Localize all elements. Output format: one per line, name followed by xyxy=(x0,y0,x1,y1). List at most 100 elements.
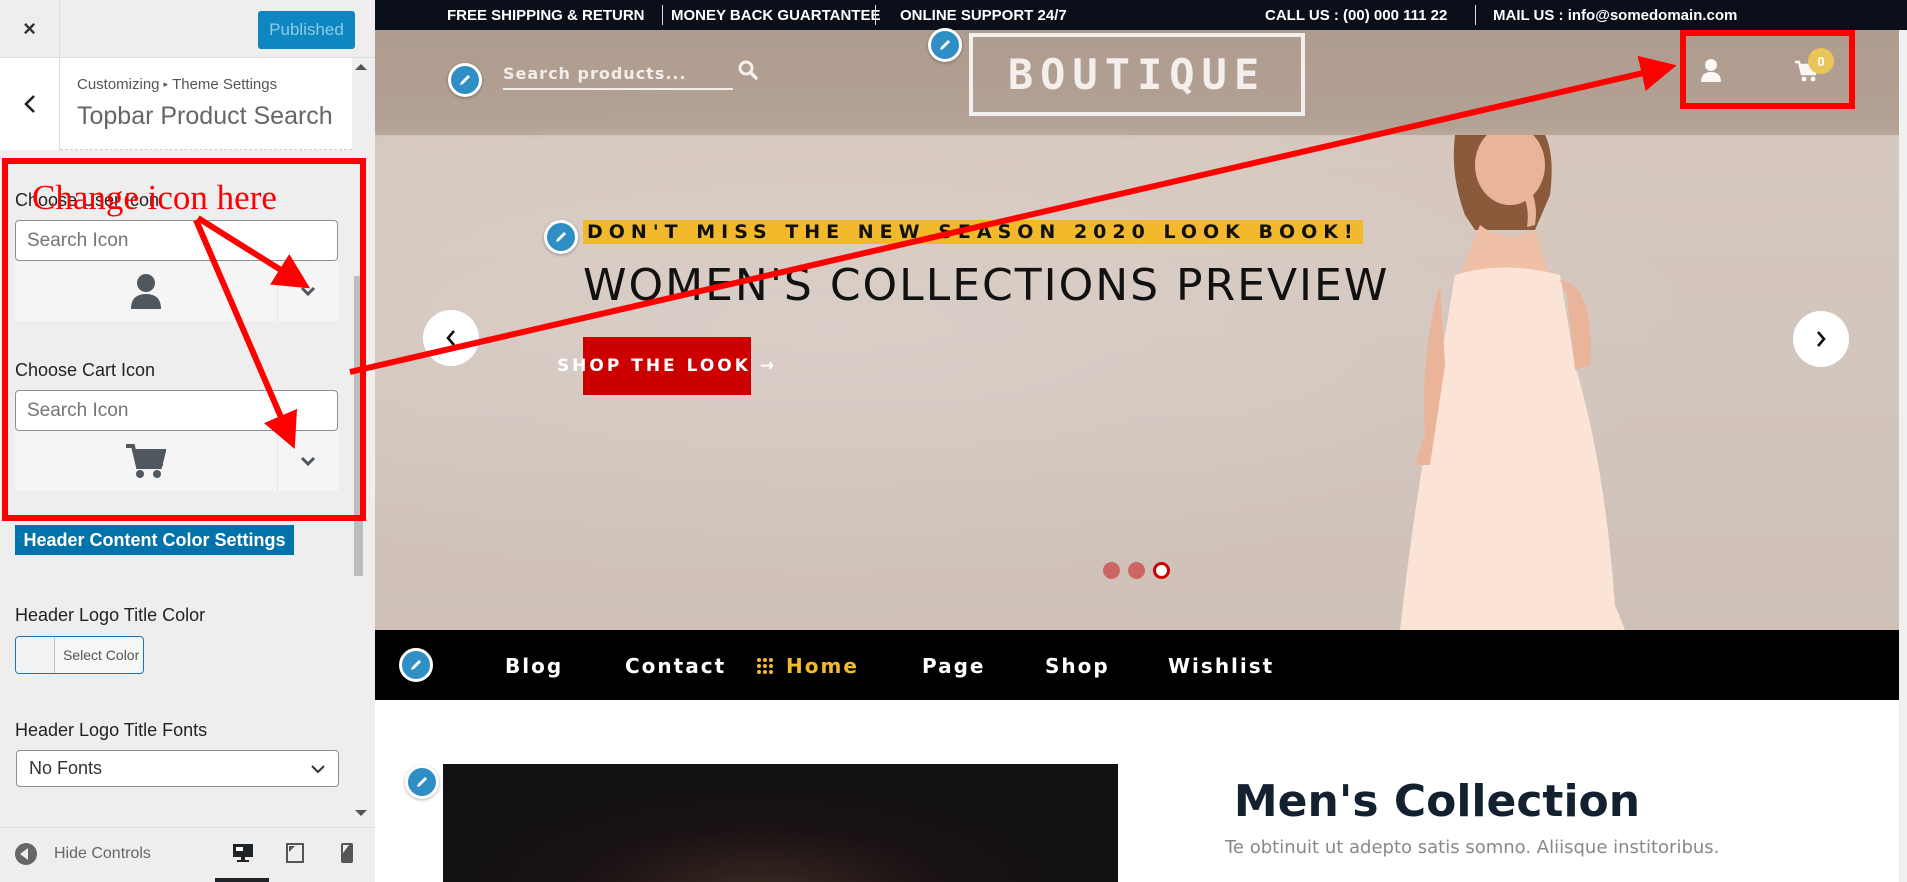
panel-scrollbar[interactable] xyxy=(352,58,375,828)
nav-item-blog[interactable]: Blog xyxy=(505,654,563,678)
edit-shortcut-logo[interactable] xyxy=(928,28,962,62)
chevron-left-icon xyxy=(23,95,35,113)
preview-mobile-button[interactable] xyxy=(332,838,362,868)
back-button[interactable] xyxy=(0,58,60,150)
cart-icon-label: Choose Cart Icon xyxy=(15,360,156,380)
close-customizer-button[interactable]: × xyxy=(0,0,60,58)
nav-item-home[interactable]: Home xyxy=(786,654,859,678)
hero-title: WOMEN'S COLLECTIONS PREVIEW xyxy=(583,260,1390,311)
main-navigation: Blog Contact Home Page Shop Wishlist xyxy=(375,630,1899,700)
pencil-icon xyxy=(411,660,421,670)
hide-controls-button[interactable]: Hide Controls xyxy=(15,843,151,865)
grid-dots-icon xyxy=(757,658,773,674)
slider-dot[interactable] xyxy=(1103,562,1120,579)
site-logo[interactable]: BOUTIQUE xyxy=(969,33,1305,116)
preview-desktop-button[interactable] xyxy=(215,838,269,882)
tablet-icon xyxy=(286,843,304,863)
breadcrumb-separator: ▸ xyxy=(163,79,169,89)
chevron-down-icon xyxy=(300,286,316,296)
cart-icon-current[interactable] xyxy=(15,431,278,491)
nav-item-contact[interactable]: Contact xyxy=(625,654,726,678)
font-select-value: No Fonts xyxy=(29,758,103,778)
desktop-icon xyxy=(233,844,253,862)
nav-item-page[interactable]: Page xyxy=(922,654,986,678)
shop-the-look-button[interactable]: SHOP THE LOOK → xyxy=(557,337,774,395)
cart-icon-dropdown-toggle[interactable] xyxy=(278,431,338,491)
customizer-header: × Published xyxy=(0,0,375,58)
hero-model-image xyxy=(1400,135,1625,630)
hero-tagline: DON'T MISS THE NEW SEASON 2020 LOOK BOOK… xyxy=(583,220,1363,244)
pencil-icon xyxy=(460,75,470,85)
user-icon-dropdown-toggle[interactable] xyxy=(278,261,338,321)
edit-shortcut-slider[interactable] xyxy=(544,220,578,254)
topbar-item: FREE SHIPPING & RETURN xyxy=(447,7,645,24)
mens-collection-title: Men's Collection xyxy=(375,776,1899,827)
nav-item-shop[interactable]: Shop xyxy=(1045,654,1110,678)
chevron-down-icon xyxy=(300,456,316,466)
cart-icon-picker xyxy=(15,431,338,491)
account-button[interactable] xyxy=(1700,58,1722,87)
mobile-icon xyxy=(341,843,353,863)
scroll-up-icon[interactable] xyxy=(355,64,367,70)
slider-next-button[interactable] xyxy=(1793,311,1849,367)
hide-controls-label: Hide Controls xyxy=(54,845,151,862)
chevron-left-icon xyxy=(446,330,455,346)
product-search xyxy=(503,58,733,90)
slider-prev-button[interactable] xyxy=(423,310,479,366)
edit-shortcut-menu[interactable] xyxy=(399,648,433,682)
user-icon xyxy=(1701,59,1721,82)
arrow-right-icon: → xyxy=(759,356,778,376)
breadcrumb-root: Customizing xyxy=(77,76,160,93)
edit-shortcut-search[interactable] xyxy=(448,63,482,97)
mens-collection-title-text: Men's Collection xyxy=(1233,776,1641,827)
mens-collection-subtitle: Te obtinuit ut adepto satis somno. Aliis… xyxy=(1225,837,1720,858)
color-swatch xyxy=(16,637,55,673)
preview-scrollbar[interactable] xyxy=(1899,30,1907,882)
collapse-arrow-icon xyxy=(15,843,37,865)
site-preview: FREE SHIPPING & RETURN MONEY BACK GUARTA… xyxy=(375,0,1907,882)
section-title: Topbar Product Search xyxy=(77,102,333,130)
nav-item-wishlist[interactable]: Wishlist xyxy=(1168,654,1274,678)
publish-button[interactable]: Published xyxy=(258,11,355,49)
scroll-down-icon[interactable] xyxy=(355,810,367,816)
topbar-divider xyxy=(875,5,876,25)
shopping-cart-icon xyxy=(126,444,166,478)
topbar-item: ONLINE SUPPORT 24/7 xyxy=(900,7,1067,24)
topbar-divider xyxy=(662,5,663,25)
slider-dot[interactable] xyxy=(1153,562,1170,579)
user-icon-current[interactable] xyxy=(15,261,278,321)
search-icon xyxy=(738,60,758,80)
logo-title-color-picker[interactable]: Select Color xyxy=(15,636,144,674)
cart-icon-search-input[interactable] xyxy=(15,390,338,431)
pencil-icon xyxy=(556,232,566,242)
pencil-icon xyxy=(940,40,950,50)
user-icon-search-input[interactable] xyxy=(15,220,338,261)
select-color-label: Select Color xyxy=(63,647,140,663)
logo-title-fonts-select[interactable]: No Fonts xyxy=(16,750,339,787)
section-header: Customizing ▸ Theme Settings Topbar Produc… xyxy=(0,58,352,150)
topbar-divider xyxy=(1475,5,1476,25)
product-search-input[interactable] xyxy=(503,58,733,88)
hero-slider: BOUTIQUE 0 DON'T MISS THE NEW SEASON 202… xyxy=(375,28,1899,630)
cta-label: SHOP THE LOOK xyxy=(556,356,751,376)
chevron-right-icon xyxy=(1817,331,1826,347)
topbar-mail[interactable]: MAIL US : info@somedomain.com xyxy=(1493,7,1737,24)
customizer-panel: × Published Customizing ▸ Theme Settings T… xyxy=(0,0,375,882)
logo-title-color-label: Header Logo Title Color xyxy=(15,605,206,625)
breadcrumb: Customizing ▸ Theme Settings xyxy=(77,76,277,93)
customizer-footer: Hide Controls xyxy=(0,827,375,882)
site-topbar: FREE SHIPPING & RETURN MONEY BACK GUARTA… xyxy=(375,0,1907,30)
cart-count-badge: 0 xyxy=(1808,48,1834,74)
topbar-call: CALL US : (00) 000 111 22 xyxy=(1265,7,1448,24)
logo-title-fonts-label: Header Logo Title Fonts xyxy=(15,720,208,740)
slider-dot[interactable] xyxy=(1128,562,1145,579)
scrollbar-thumb[interactable] xyxy=(354,276,363,576)
breadcrumb-parent: Theme Settings xyxy=(172,76,278,93)
topbar-item: MONEY BACK GUARTANTEE xyxy=(671,7,881,24)
user-icon-picker xyxy=(15,261,338,321)
header-content-color-settings-heading[interactable]: Header Content Color Settings xyxy=(15,525,294,555)
search-button[interactable] xyxy=(738,60,758,85)
user-icon-label: Choose User Icon xyxy=(15,190,160,210)
chevron-down-icon xyxy=(311,764,325,773)
preview-tablet-button[interactable] xyxy=(280,838,310,868)
